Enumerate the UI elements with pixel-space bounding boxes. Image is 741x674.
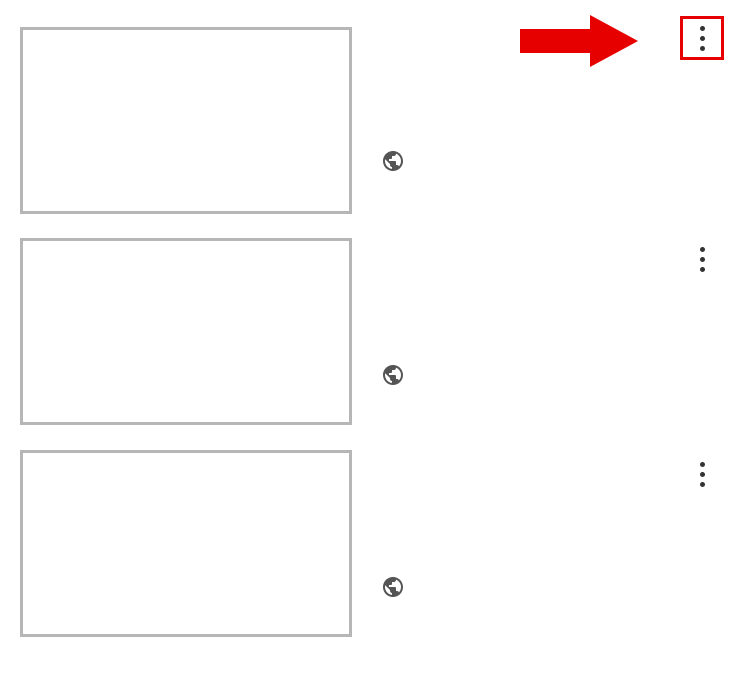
globe-icon xyxy=(381,149,405,173)
more-options-button[interactable] xyxy=(680,237,724,281)
more-vertical-icon xyxy=(700,462,705,487)
globe-icon xyxy=(381,363,405,387)
globe-icon xyxy=(381,575,405,599)
more-vertical-icon xyxy=(700,26,705,51)
more-options-button[interactable] xyxy=(680,452,724,496)
more-options-button[interactable] xyxy=(680,16,724,60)
more-vertical-icon xyxy=(700,247,705,272)
thumbnail[interactable] xyxy=(20,238,352,425)
thumbnail[interactable] xyxy=(20,450,352,637)
thumbnail[interactable] xyxy=(20,27,352,214)
arrow-annotation-icon xyxy=(520,13,640,69)
